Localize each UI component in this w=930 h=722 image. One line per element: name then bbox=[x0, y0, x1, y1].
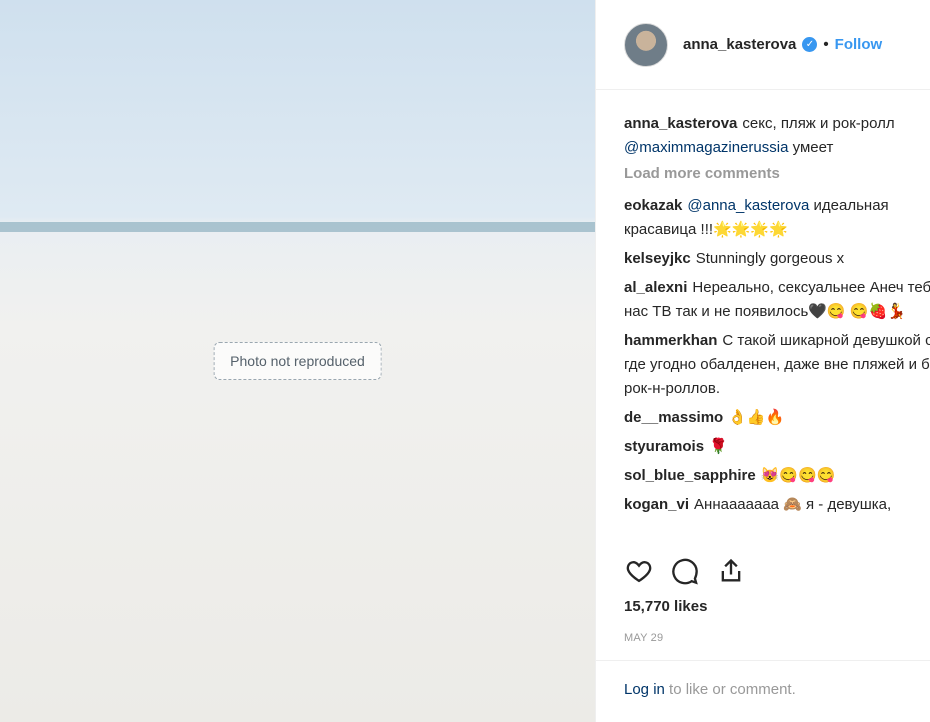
comment-text: 🌹 bbox=[709, 438, 728, 455]
separator-dot: • bbox=[823, 36, 829, 53]
comment-text: Stunningly gorgeous x bbox=[695, 250, 845, 267]
comment-username[interactable]: sol_blue_sapphire bbox=[624, 467, 756, 484]
comment-item: kogan_vi Аннааааааа 🙈 я - девушка, bbox=[624, 493, 930, 517]
verified-badge-icon: ✓ bbox=[802, 37, 818, 52]
comment-item: kelseyjkc Stunningly gorgeous x bbox=[624, 247, 930, 271]
caption-username[interactable]: anna_kasterova bbox=[624, 115, 737, 132]
post-sidebar: anna_kasterova ✓ • Follow anna_kasterova… bbox=[595, 0, 930, 722]
load-more-comments-button[interactable]: Load more comments bbox=[624, 165, 930, 182]
comment-item: al_alexni Нереально, сексуальнее Анеч теб… bbox=[624, 276, 930, 324]
comment-text: 😻😋😋😋 bbox=[760, 467, 836, 484]
follow-button[interactable]: Follow bbox=[835, 36, 883, 53]
comment-item: styuramois 🌹 bbox=[624, 435, 930, 459]
comment-username[interactable]: styuramois bbox=[624, 438, 704, 455]
comment-item: sol_blue_sapphire 😻😋😋😋 bbox=[624, 464, 930, 488]
post-header: anna_kasterova ✓ • Follow bbox=[596, 0, 930, 90]
comment-username[interactable]: hammerkhan bbox=[624, 332, 717, 349]
heart-icon[interactable] bbox=[624, 556, 654, 586]
comment-username[interactable]: al_alexni bbox=[624, 279, 687, 296]
media-placeholder-note: Photo not reproduced bbox=[213, 342, 382, 380]
comment-item: eokazak @anna_kasterova идеальная красави… bbox=[624, 194, 930, 242]
comment-username[interactable]: kogan_vi bbox=[624, 496, 689, 513]
login-link[interactable]: Log in bbox=[624, 681, 665, 698]
post-date: MAY 29 bbox=[624, 632, 664, 644]
comment-item: hammerkhanС такой шикарной девушкой секс… bbox=[624, 329, 930, 401]
media-backdrop bbox=[0, 222, 595, 232]
login-prompt-text: to like or comment. bbox=[669, 681, 796, 698]
avatar[interactable] bbox=[624, 22, 668, 67]
comment-username[interactable]: eokazak bbox=[624, 197, 682, 214]
header-username-line: anna_kasterova ✓ • Follow bbox=[683, 36, 882, 53]
login-prompt: Log in to like or comment. bbox=[596, 660, 930, 698]
comment-text: 👌👍🔥 bbox=[728, 409, 785, 426]
comments-section: anna_kasterova секс, пляж и рок-ролл @max… bbox=[596, 90, 930, 517]
comment-mention[interactable]: @anna_kasterova bbox=[687, 197, 809, 214]
caption-text-2: умеет bbox=[792, 139, 834, 156]
caption: anna_kasterova секс, пляж и рок-ролл @max… bbox=[624, 112, 930, 160]
comment-username[interactable]: de__massimo bbox=[624, 409, 723, 426]
likes-count[interactable]: 15,770 likes bbox=[624, 598, 707, 615]
comment-item: de__massimo 👌👍🔥 bbox=[624, 406, 930, 430]
comment-username[interactable]: kelseyjkc bbox=[624, 250, 691, 267]
caption-text-1: секс, пляж и рок-ролл bbox=[742, 115, 895, 132]
share-icon[interactable] bbox=[716, 556, 746, 586]
caption-mention[interactable]: @maximmagazinerussia bbox=[624, 139, 788, 156]
comment-bubble-icon[interactable] bbox=[670, 556, 700, 586]
action-bar bbox=[624, 556, 746, 586]
comment-text: Аннааааааа 🙈 я - девушка, bbox=[694, 496, 892, 513]
instagram-post: Photo not reproduced anna_kasterova ✓ • … bbox=[0, 0, 930, 722]
header-username[interactable]: anna_kasterova bbox=[683, 36, 796, 53]
post-media-placeholder[interactable]: Photo not reproduced bbox=[0, 0, 595, 722]
